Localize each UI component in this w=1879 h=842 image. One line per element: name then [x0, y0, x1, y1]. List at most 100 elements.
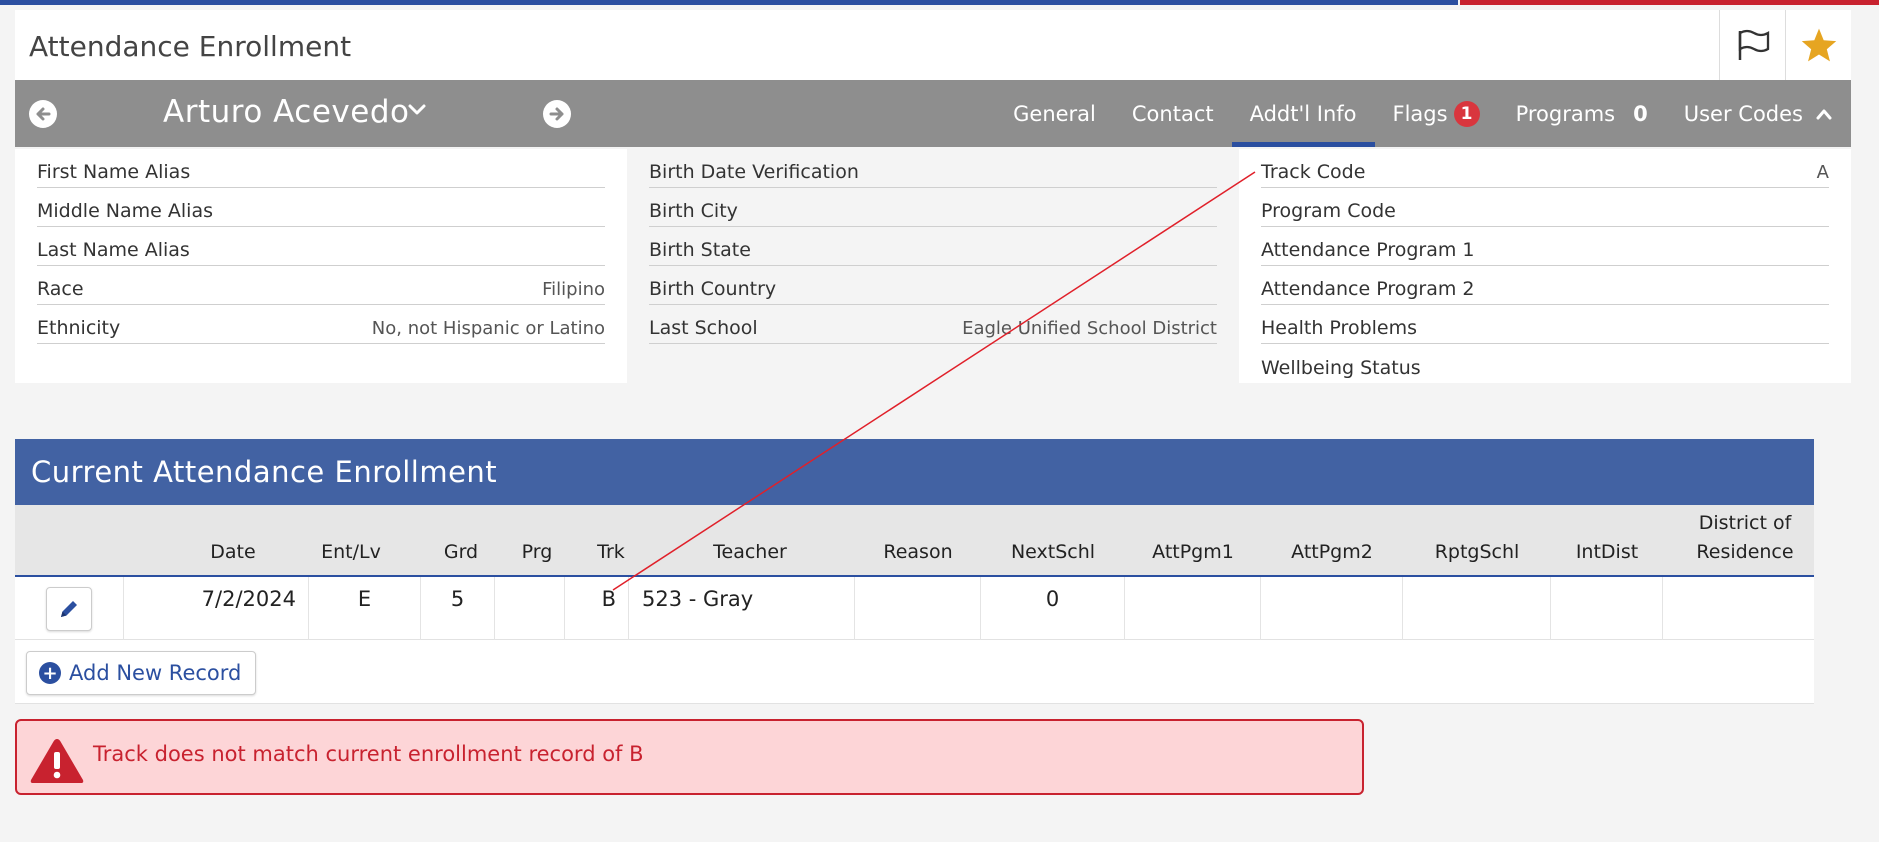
panel-title: Current Attendance Enrollment: [15, 439, 1814, 505]
field-value: A: [1816, 162, 1829, 183]
tab-flags[interactable]: Flags 1: [1375, 80, 1498, 147]
field-label: Birth Country: [649, 278, 777, 300]
plus-circle-icon: +: [39, 662, 61, 684]
edit-record-button[interactable]: [46, 587, 92, 631]
cell-prg: [495, 577, 565, 640]
col-reason[interactable]: Reason: [855, 538, 981, 567]
tab-label: General: [1013, 101, 1096, 126]
col-teacher[interactable]: Teacher: [645, 538, 855, 567]
alert-message: Track does not match current enrollment …: [93, 742, 644, 766]
field-track-code: Track Code A: [1261, 149, 1829, 188]
arrow-right-icon: [549, 107, 564, 121]
cell-date: 7/2/2024: [124, 577, 309, 640]
cell-intdist: [1551, 577, 1663, 640]
tab-contact[interactable]: Contact: [1114, 80, 1232, 147]
tab-label: Programs: [1515, 101, 1616, 126]
field-value: No, not Hispanic or Latino: [371, 318, 605, 339]
col-attpgm2[interactable]: AttPgm2: [1261, 538, 1403, 567]
cell-trk: B: [565, 577, 629, 640]
add-new-record-label: Add New Record: [69, 661, 242, 685]
favorite-button[interactable]: [1785, 10, 1851, 80]
field-first-name-alias: First Name Alias: [37, 149, 605, 188]
field-label: Track Code: [1261, 161, 1366, 183]
field-attendance-program-2: Attendance Program 2: [1261, 266, 1829, 305]
chevron-down-icon[interactable]: [407, 102, 427, 118]
cell-grd: 5: [421, 577, 495, 640]
previous-student-button[interactable]: [29, 100, 57, 128]
field-race: Race Filipino: [37, 266, 605, 305]
field-label: Birth State: [649, 239, 751, 261]
field-label: Middle Name Alias: [37, 200, 213, 222]
field-label: Health Problems: [1261, 317, 1418, 339]
col-district-line2: Residence: [1696, 541, 1794, 563]
field-health-problems: Health Problems: [1261, 305, 1829, 344]
student-tabs: General Contact Addt'l Info Flags 1 Prog…: [995, 80, 1851, 147]
tab-label: Contact: [1131, 101, 1214, 126]
table-row[interactable]: 7/2/2024 E 5 B 523 - Gray 0: [15, 577, 1814, 640]
cell-attpgm2: [1261, 577, 1403, 640]
cell-attpgm1: [1125, 577, 1261, 640]
field-label: Last Name Alias: [37, 239, 190, 261]
arrow-left-icon: [36, 107, 51, 121]
cell-nextschl: 0: [981, 577, 1125, 640]
field-label: Birth Date Verification: [649, 161, 859, 183]
alias-info-column: First Name Alias Middle Name Alias Last …: [15, 149, 627, 383]
top-accent-red: [1460, 0, 1879, 5]
cell-ent-lv: E: [309, 577, 421, 640]
col-nextschl[interactable]: NextSchl: [981, 538, 1125, 567]
current-enrollment-panel: Current Attendance Enrollment Date Ent/L…: [15, 439, 1814, 704]
field-wellbeing-status: Wellbeing Status: [1261, 344, 1829, 383]
student-name[interactable]: Arturo Acevedo: [163, 94, 409, 130]
tab-label: Addt'l Info: [1249, 101, 1357, 126]
col-attpgm1[interactable]: AttPgm1: [1125, 538, 1261, 567]
field-label: Birth City: [649, 200, 738, 222]
tab-label: Flags: [1392, 101, 1448, 126]
add-new-record-button[interactable]: + Add New Record: [26, 651, 257, 695]
tab-general[interactable]: General: [995, 80, 1114, 147]
field-label: Attendance Program 1: [1261, 239, 1475, 261]
field-label: Wellbeing Status: [1261, 357, 1421, 379]
program-info-column: Track Code A Program Code Attendance Prog…: [1239, 149, 1851, 383]
page-title: Attendance Enrollment: [29, 30, 352, 63]
tab-user-codes[interactable]: User Codes: [1666, 80, 1851, 147]
flag-button[interactable]: [1719, 10, 1785, 80]
col-intdist[interactable]: IntDist: [1551, 538, 1663, 567]
page-header: Attendance Enrollment: [15, 10, 1851, 80]
col-prg[interactable]: Prg: [509, 538, 565, 567]
flags-count-badge: 1: [1453, 100, 1480, 127]
cell-district: [1663, 577, 1814, 640]
col-date[interactable]: Date: [175, 538, 291, 567]
programs-count: 0: [1633, 101, 1648, 126]
top-accent-blue: [0, 0, 1458, 5]
field-program-code: Program Code: [1261, 188, 1829, 227]
field-label: Race: [37, 278, 84, 300]
cell-reason: [855, 577, 981, 640]
tab-addtl-info[interactable]: Addt'l Info: [1231, 80, 1375, 147]
flag-icon: [1738, 29, 1769, 60]
field-label: Ethnicity: [37, 317, 121, 339]
col-trk[interactable]: Trk: [583, 538, 639, 567]
field-last-school: Last School Eagle Unified School District: [649, 305, 1217, 344]
add-record-row: + Add New Record: [15, 640, 1814, 704]
col-grd[interactable]: Grd: [433, 538, 489, 567]
field-last-name-alias: Last Name Alias: [37, 227, 605, 266]
cell-teacher: 523 - Gray: [629, 577, 855, 640]
cell-rptgschl: [1403, 577, 1551, 640]
birth-info-column: Birth Date Verification Birth City Birth…: [627, 149, 1239, 383]
field-attendance-program-1: Attendance Program 1: [1261, 227, 1829, 266]
field-birth-city: Birth City: [649, 188, 1217, 227]
field-value: Filipino: [542, 279, 605, 300]
field-birth-state: Birth State: [649, 227, 1217, 266]
col-ent-lv[interactable]: Ent/Lv: [309, 538, 393, 567]
tab-programs[interactable]: Programs 0: [1498, 80, 1666, 147]
edit-cell: [15, 577, 124, 640]
top-accent-bar: [0, 0, 1879, 5]
col-rptgschl[interactable]: RptgSchl: [1403, 538, 1551, 567]
table-header: Date Ent/Lv Grd Prg Trk Teacher Reason N…: [15, 505, 1814, 577]
chevron-up-icon[interactable]: [1815, 107, 1833, 121]
col-district-of-residence[interactable]: District of Residence: [1663, 509, 1827, 567]
track-mismatch-alert: Track does not match current enrollment …: [15, 719, 1364, 795]
star-icon: [1801, 28, 1836, 62]
student-bar: Arturo Acevedo General Contact Addt'l In…: [15, 80, 1851, 147]
next-student-button[interactable]: [543, 100, 571, 128]
